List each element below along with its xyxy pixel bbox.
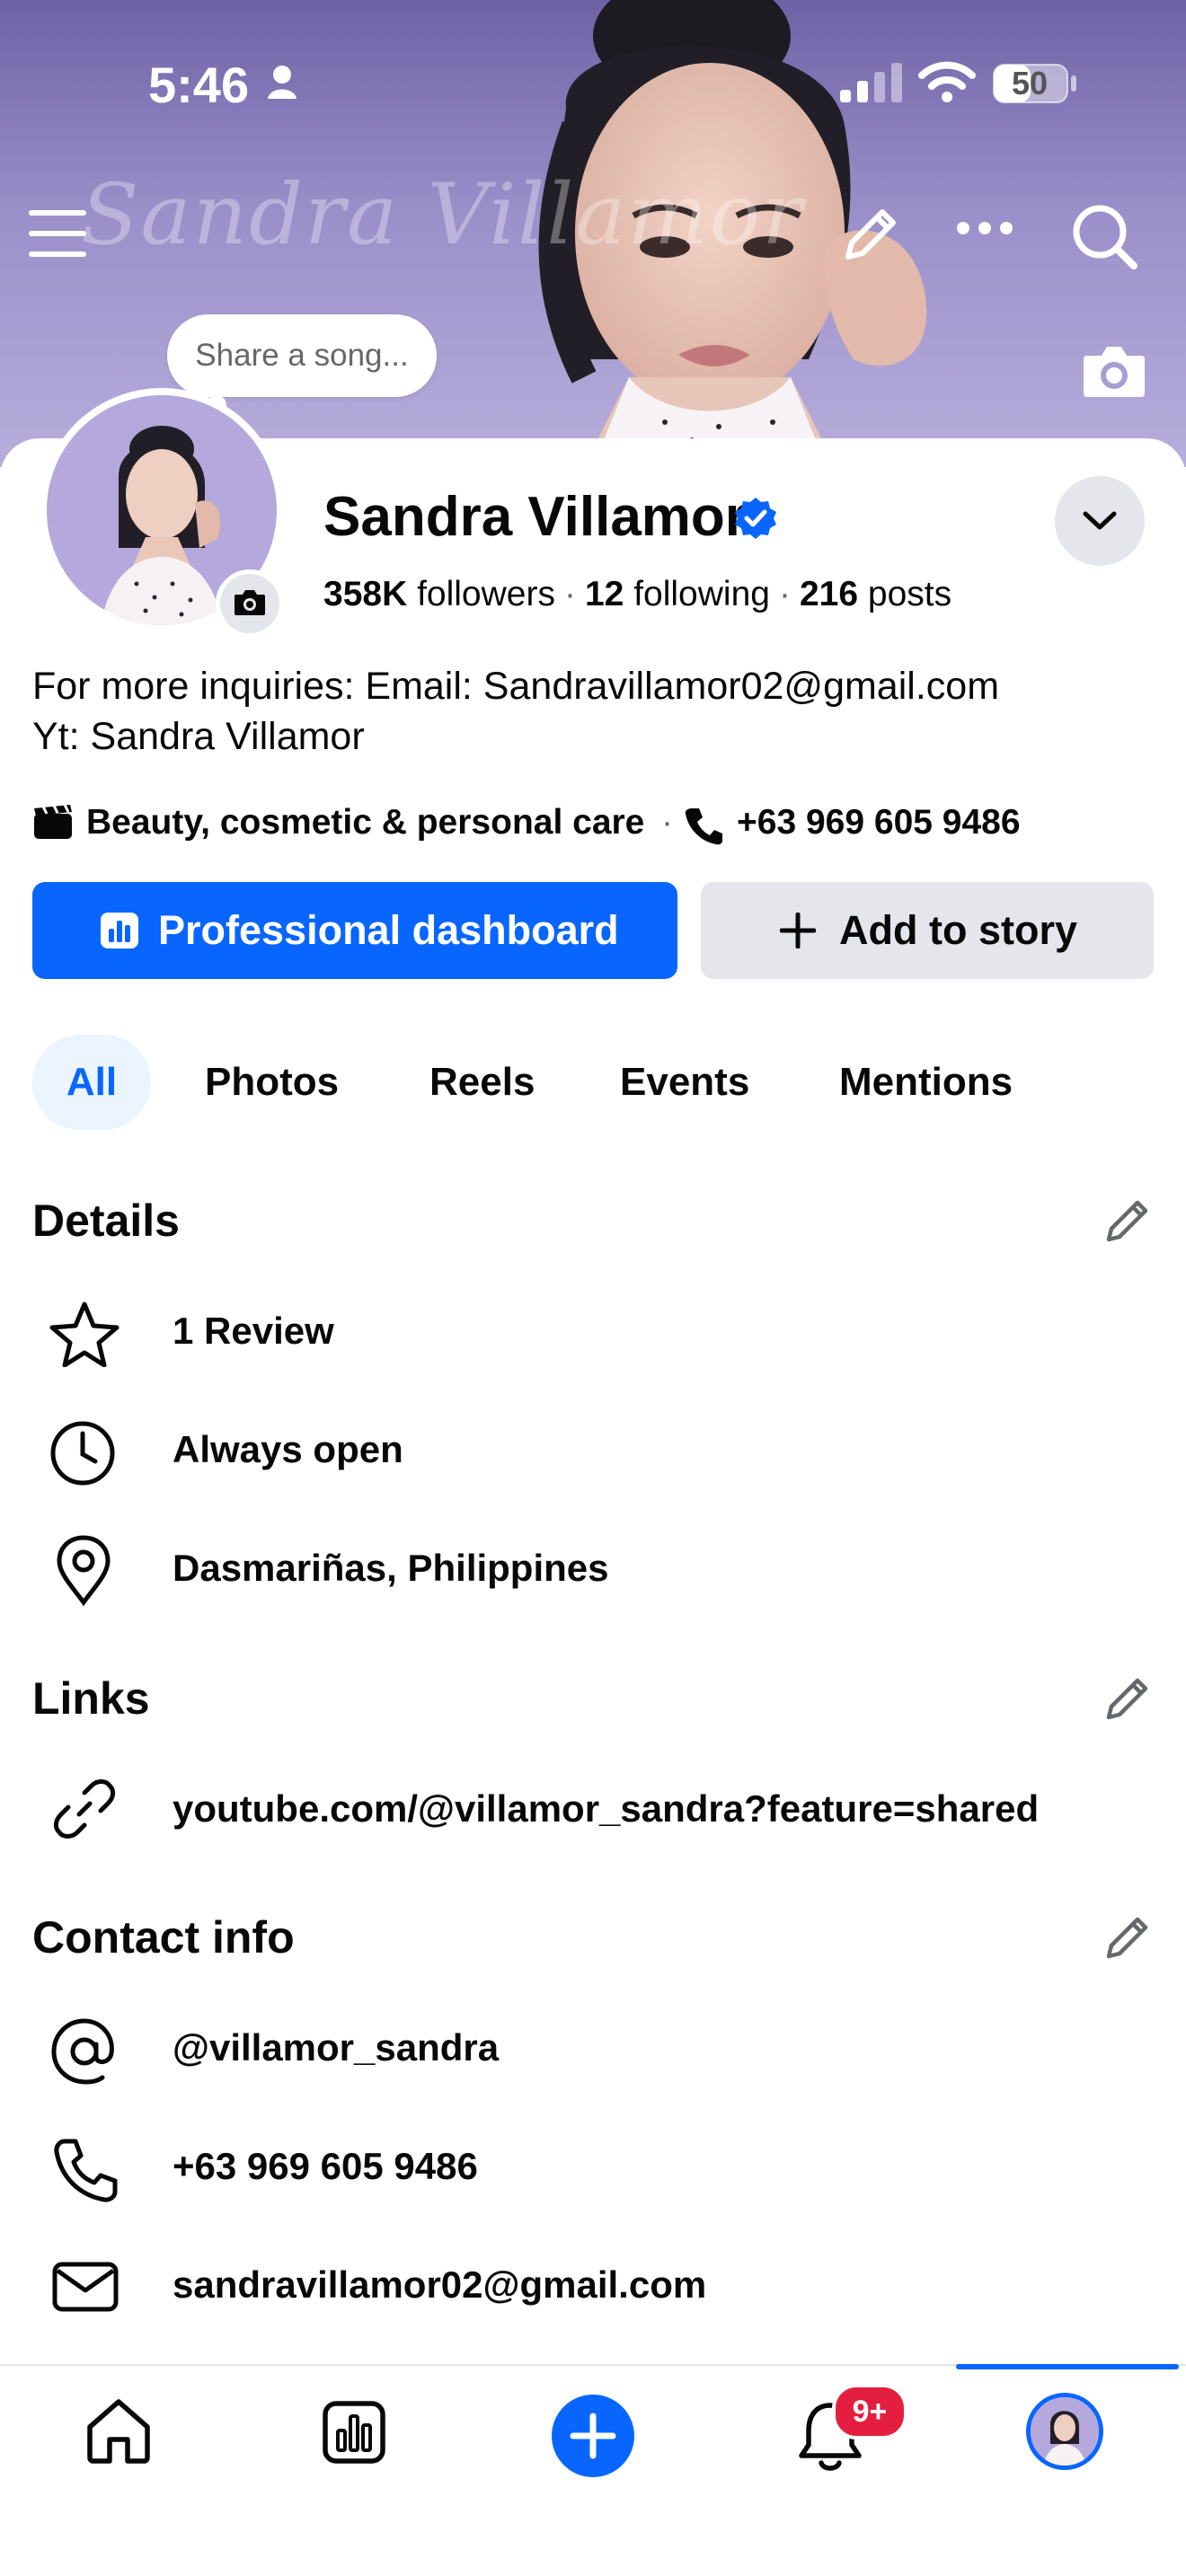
nav-active-indicator bbox=[956, 2364, 1179, 2369]
followers-count[interactable]: 358K bbox=[323, 575, 407, 613]
contact-info-heading: Contact info bbox=[32, 1912, 295, 1963]
category-separator: · bbox=[661, 803, 673, 842]
links-heading: Links bbox=[32, 1673, 150, 1724]
tab-mentions[interactable]: Mentions bbox=[839, 1035, 1013, 1130]
tab-reels[interactable]: Reels bbox=[429, 1035, 535, 1130]
contact-instagram[interactable]: @villamor_sandra bbox=[173, 2026, 499, 2069]
stats-separator: · bbox=[563, 575, 576, 613]
menu-icon[interactable] bbox=[29, 208, 86, 259]
add-to-story-button[interactable]: Add to story bbox=[701, 882, 1154, 979]
contact-phone[interactable]: +63 969 605 9486 bbox=[173, 2145, 478, 2188]
following-count[interactable]: 12 bbox=[585, 575, 624, 613]
person-icon bbox=[268, 66, 296, 99]
profile-bio: For more inquiries: Email: Sandravillamo… bbox=[32, 661, 999, 762]
cover-signature: Sandra Villamor bbox=[81, 166, 805, 264]
at-icon bbox=[51, 2018, 114, 2085]
profile-icon bbox=[1031, 2397, 1099, 2466]
profile-name: Sandra Villamor bbox=[323, 486, 747, 548]
phone-icon bbox=[54, 2139, 118, 2202]
tab-all[interactable]: All bbox=[32, 1035, 151, 1130]
posts-label: posts bbox=[867, 575, 952, 613]
tab-photos[interactable]: Photos bbox=[205, 1035, 339, 1130]
dashboard-chart-icon bbox=[101, 913, 138, 948]
profile-tab-avatar[interactable] bbox=[1026, 2393, 1103, 2470]
edit-contact-pencil-icon[interactable] bbox=[1102, 1913, 1152, 1963]
contact-email[interactable]: sandravillamor02@gmail.com bbox=[173, 2263, 706, 2307]
link-icon bbox=[53, 1779, 116, 1839]
followers-label[interactable]: followers bbox=[417, 575, 555, 613]
clock-icon bbox=[50, 1421, 115, 1486]
dashboard-button-label: Professional dashboard bbox=[158, 907, 619, 953]
category-clapperboard-icon bbox=[34, 805, 72, 839]
bio-line: Yt: Sandra Villamor bbox=[32, 715, 365, 758]
cellular-signal-icon bbox=[840, 63, 902, 102]
edit-pencil-icon[interactable] bbox=[836, 203, 902, 269]
chevron-down-icon bbox=[1083, 511, 1117, 530]
home-icon[interactable] bbox=[84, 2396, 153, 2465]
verified-badge-icon bbox=[735, 498, 776, 539]
details-heading: Details bbox=[32, 1195, 180, 1246]
avatar-camera-button[interactable] bbox=[216, 569, 284, 638]
camera-icon bbox=[235, 590, 265, 615]
battery-level: 50 bbox=[1011, 65, 1049, 101]
page-phone[interactable]: +63 969 605 9486 bbox=[737, 803, 1021, 842]
more-options-icon[interactable] bbox=[956, 219, 1013, 237]
bio-line: For more inquiries: Email: Sandravillamo… bbox=[32, 665, 1000, 708]
phone-small-icon bbox=[685, 808, 722, 845]
profile-stats: 358K followers · 12 following · 216 posts bbox=[323, 575, 951, 614]
story-button-label: Add to story bbox=[839, 907, 1077, 953]
wifi-icon bbox=[918, 61, 976, 102]
posts-count: 216 bbox=[799, 575, 859, 613]
stats-separator: · bbox=[778, 575, 791, 613]
status-time: 5:46 bbox=[148, 57, 250, 113]
following-label[interactable]: following bbox=[633, 575, 770, 613]
detail-location[interactable]: Dasmariñas, Philippines bbox=[173, 1547, 609, 1590]
profile-options-button[interactable] bbox=[1055, 476, 1145, 566]
cover-camera-icon[interactable] bbox=[1082, 343, 1146, 399]
page-category: Beauty, cosmetic & personal care bbox=[86, 803, 645, 842]
professional-dashboard-button[interactable]: Professional dashboard bbox=[32, 882, 677, 979]
edit-links-pencil-icon[interactable] bbox=[1102, 1674, 1152, 1725]
search-icon[interactable] bbox=[1071, 203, 1139, 271]
dashboard-icon[interactable] bbox=[322, 2400, 386, 2465]
link-youtube[interactable]: youtube.com/@villamor_sandra?feature=sha… bbox=[173, 1787, 1039, 1831]
create-icon[interactable] bbox=[550, 2393, 636, 2479]
notification-badge: 9+ bbox=[832, 2384, 907, 2439]
envelope-icon bbox=[52, 2262, 119, 2312]
star-icon bbox=[49, 1301, 119, 1367]
tab-events[interactable]: Events bbox=[620, 1035, 749, 1130]
share-song-bubble[interactable]: Share a song... bbox=[167, 314, 437, 397]
edit-details-pencil-icon[interactable] bbox=[1102, 1196, 1152, 1247]
plus-icon bbox=[780, 913, 816, 948]
detail-reviews[interactable]: 1 Review bbox=[173, 1310, 334, 1353]
location-pin-icon bbox=[57, 1535, 111, 1606]
detail-hours: Always open bbox=[173, 1428, 403, 1470]
